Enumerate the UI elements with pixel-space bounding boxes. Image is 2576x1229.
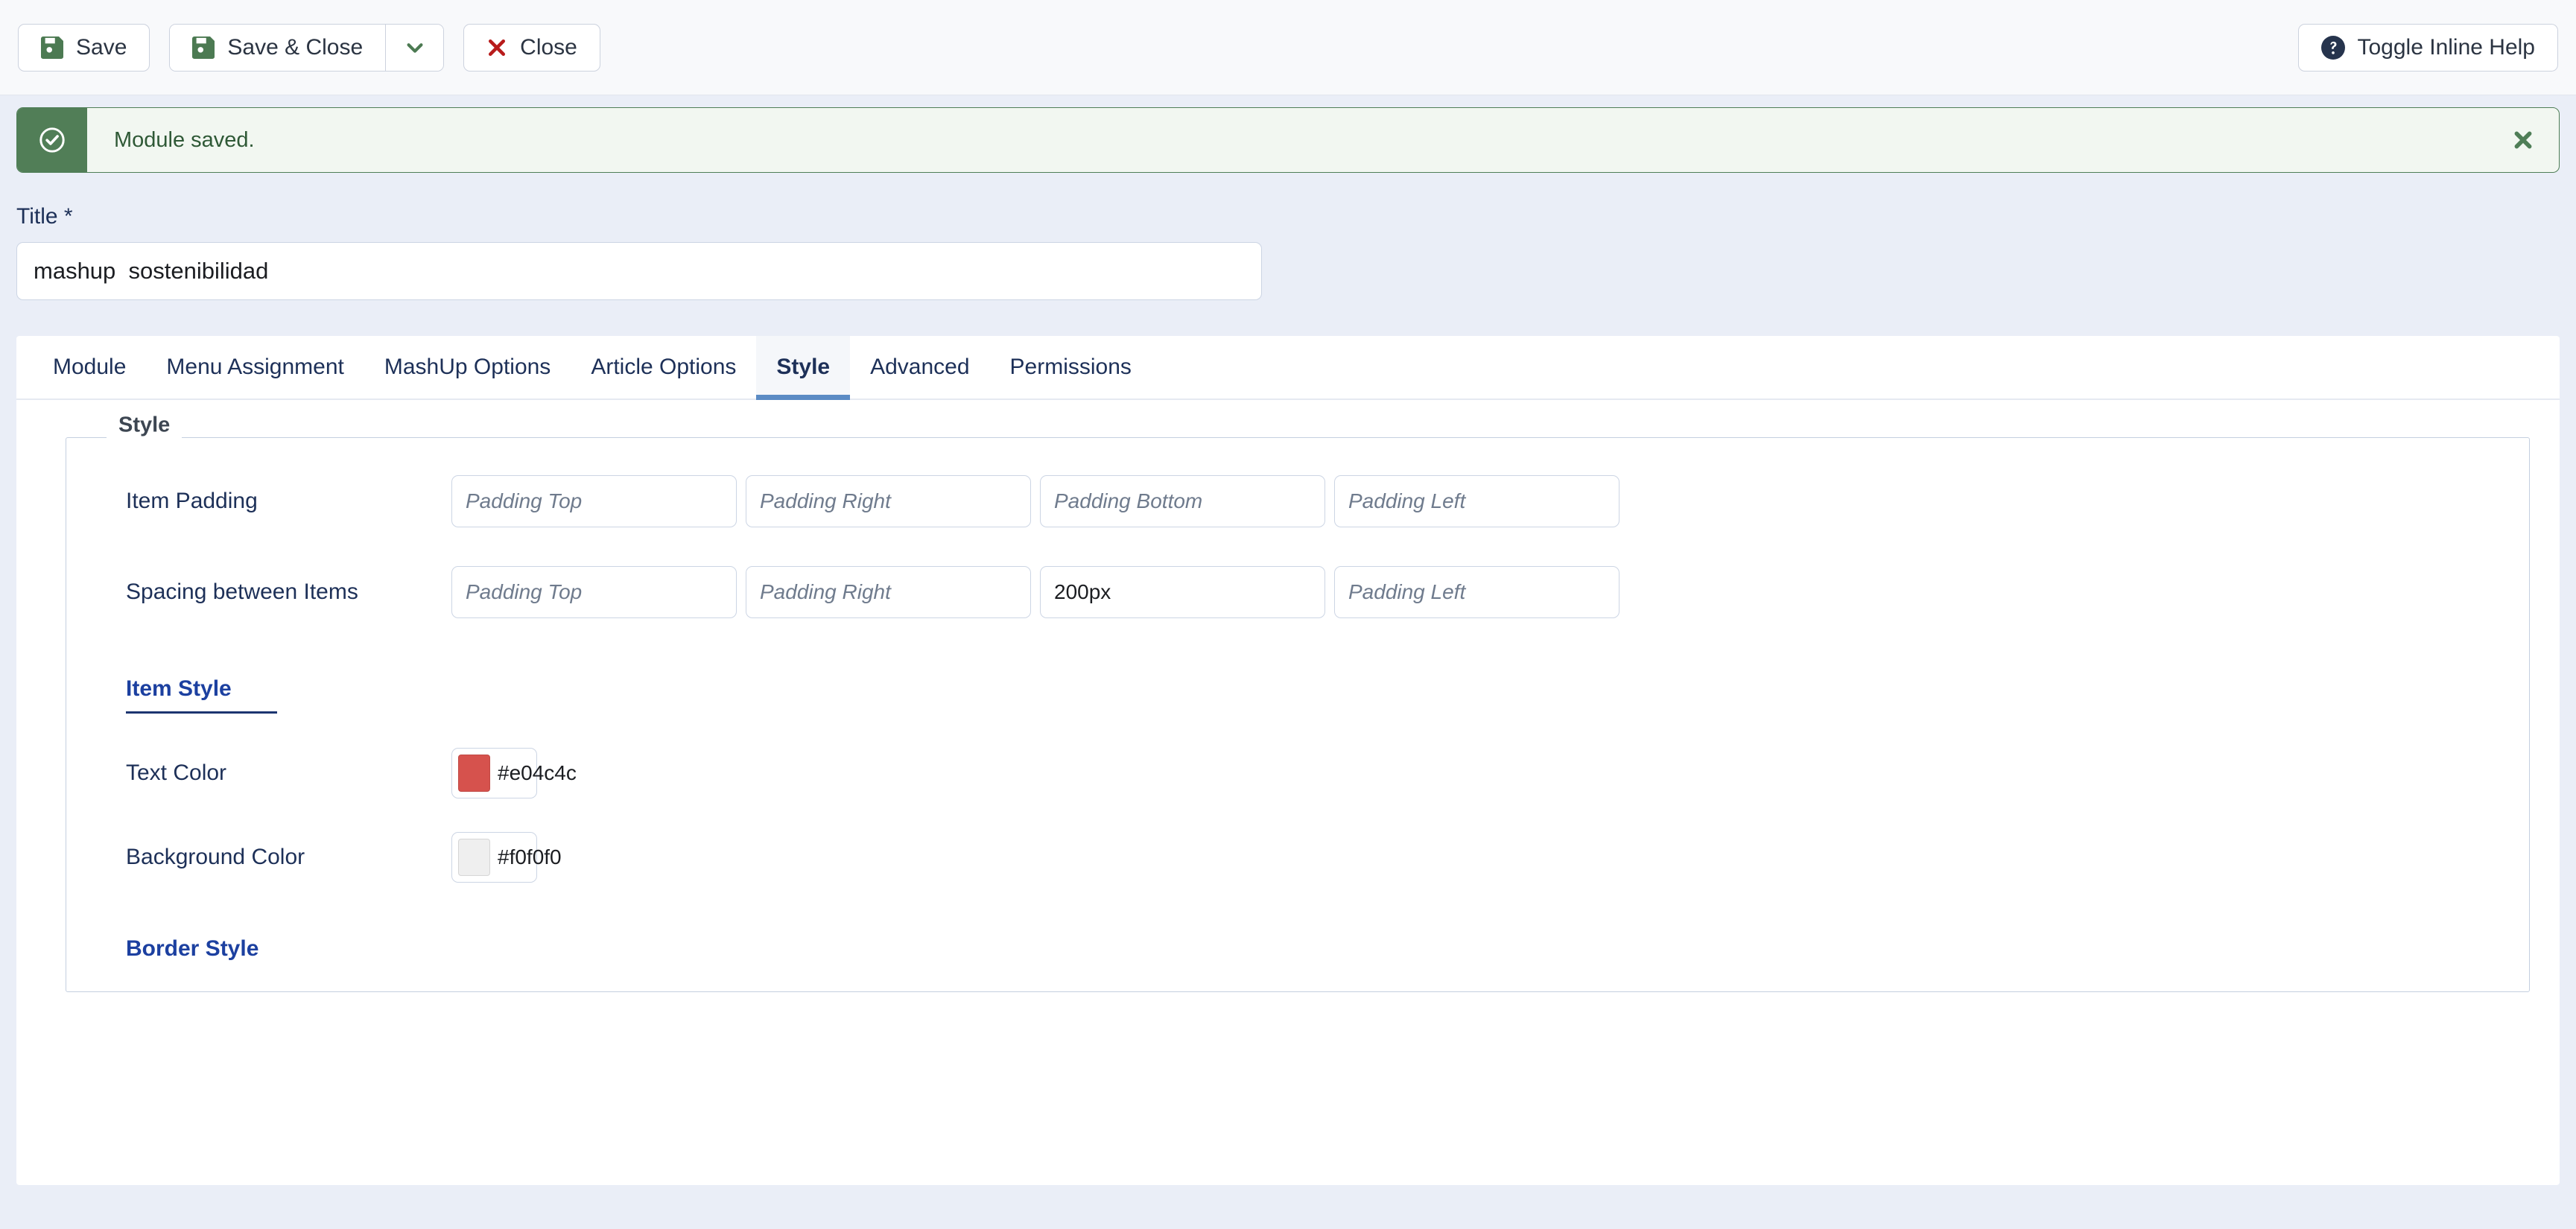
title-label: Title * <box>16 204 73 229</box>
x-mark-icon <box>486 37 507 58</box>
save-and-close-split-button: Save & Close <box>169 23 445 72</box>
close-button[interactable]: Close <box>463 23 600 72</box>
toolbar-right-group: Toggle Inline Help <box>2297 23 2558 72</box>
save-and-close-label: Save & Close <box>227 34 364 60</box>
save-and-close-button[interactable]: Save & Close <box>170 24 386 71</box>
text-color-value: #e04c4c <box>498 761 577 784</box>
floppy-disk-icon <box>41 36 63 59</box>
tab-style[interactable]: Style <box>756 336 851 400</box>
background-color-value: #f0f0f0 <box>498 845 562 868</box>
save-button[interactable]: Save <box>18 23 150 72</box>
close-button-label: Close <box>520 34 577 60</box>
save-button-label: Save <box>76 34 127 60</box>
item-padding-top-input[interactable] <box>451 475 737 527</box>
style-fieldset: Style Item Padding Spacing between Items <box>66 413 2530 992</box>
toolbar: Save Save & Close Close Toggle Inline He… <box>0 0 2576 95</box>
spacing-between-items-row: Spacing between Items <box>66 566 2529 618</box>
title-field-group: Title * <box>0 173 2576 300</box>
close-icon <box>2512 129 2534 151</box>
item-padding-right-input[interactable] <box>746 475 1031 527</box>
background-color-picker[interactable]: #f0f0f0 <box>451 832 562 883</box>
background-color-swatch[interactable] <box>458 839 490 876</box>
question-circle-icon <box>2320 35 2345 60</box>
chevron-down-icon <box>404 36 426 59</box>
item-padding-left-input[interactable] <box>1334 475 1619 527</box>
spacing-bottom-input[interactable] <box>1040 566 1325 618</box>
floppy-disk-icon <box>192 36 215 59</box>
save-and-close-dropdown-toggle[interactable] <box>385 24 444 71</box>
text-color-swatch[interactable] <box>458 755 490 792</box>
background-color-row: Background Color #f0f0f0 <box>66 832 2529 883</box>
spacing-left-input[interactable] <box>1334 566 1619 618</box>
spacing-between-items-inputs <box>451 566 1619 618</box>
tab-module[interactable]: Module <box>33 336 146 398</box>
tab-bar: Module Menu Assignment MashUp Options Ar… <box>16 336 2560 400</box>
tab-article-options[interactable]: Article Options <box>571 336 756 398</box>
tab-permissions[interactable]: Permissions <box>990 336 1152 398</box>
module-edit-card: Module Menu Assignment MashUp Options Ar… <box>16 336 2560 1185</box>
item-style-heading[interactable]: Item Style <box>126 676 277 714</box>
text-color-label: Text Color <box>126 760 227 785</box>
success-alert: Module saved. <box>16 107 2560 173</box>
title-input[interactable] <box>16 242 1262 300</box>
item-padding-inputs <box>451 475 1619 527</box>
check-circle-icon <box>38 126 66 154</box>
tab-advanced[interactable]: Advanced <box>850 336 989 398</box>
style-tab-panel: Style Item Padding Spacing between Items <box>16 400 2560 992</box>
alert-region: Module saved. <box>0 95 2576 173</box>
spacing-right-input[interactable] <box>746 566 1031 618</box>
border-style-heading[interactable]: Border Style <box>126 936 277 962</box>
style-fieldset-legend: Style <box>107 413 183 438</box>
spacing-top-input[interactable] <box>451 566 737 618</box>
background-color-label: Background Color <box>126 845 305 869</box>
text-color-picker[interactable]: #e04c4c <box>451 748 577 798</box>
item-padding-row: Item Padding <box>66 475 2529 527</box>
item-padding-label: Item Padding <box>126 489 258 513</box>
tab-mashup-options[interactable]: MashUp Options <box>364 336 571 398</box>
toggle-inline-help-button[interactable]: Toggle Inline Help <box>2297 23 2558 72</box>
spacing-between-items-label: Spacing between Items <box>126 579 358 604</box>
item-padding-bottom-input[interactable] <box>1040 475 1325 527</box>
alert-close-button[interactable] <box>2487 108 2559 172</box>
alert-message: Module saved. <box>114 127 255 152</box>
text-color-row: Text Color #e04c4c <box>66 748 2529 798</box>
tab-menu-assignment[interactable]: Menu Assignment <box>146 336 364 398</box>
alert-icon-container <box>17 108 87 172</box>
toolbar-left-group: Save Save & Close Close <box>18 23 600 72</box>
toggle-inline-help-label: Toggle Inline Help <box>2357 34 2536 60</box>
